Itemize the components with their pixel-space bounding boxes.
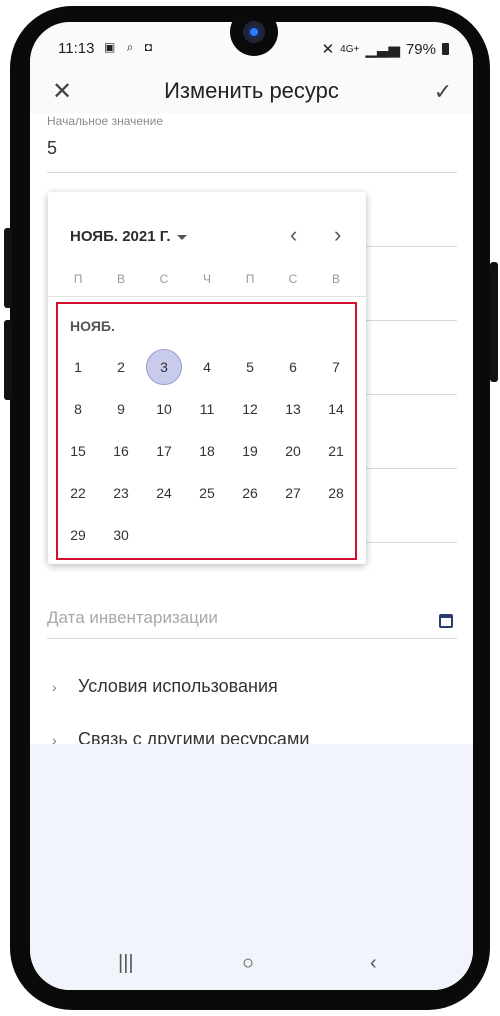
next-month-button[interactable]: ›	[334, 222, 341, 248]
weekday-label: С	[288, 272, 298, 286]
inventory-date-field[interactable]: Дата инвентаризации	[47, 608, 218, 628]
section-usage-conditions[interactable]: › Условия использования	[52, 676, 278, 697]
side-button-right	[490, 262, 498, 382]
day-28[interactable]: 28	[318, 475, 354, 511]
field-underline	[360, 320, 457, 321]
initial-value-field[interactable]: 5	[47, 138, 57, 159]
back-button[interactable]: ‹	[370, 952, 377, 975]
empty-area	[30, 744, 473, 940]
mute-icon: ✕	[321, 41, 335, 58]
day-8[interactable]: 8	[60, 391, 96, 427]
day-16[interactable]: 16	[103, 433, 139, 469]
field-underline	[47, 172, 457, 173]
day-5[interactable]: 5	[232, 349, 268, 385]
day-17[interactable]: 17	[146, 433, 182, 469]
initial-value-label: Начальное значение	[47, 114, 164, 128]
camera-notch	[230, 8, 278, 56]
day-2[interactable]: 2	[103, 349, 139, 385]
signal-icon: ▁▃▅	[365, 41, 400, 58]
recents-button[interactable]: |||	[118, 952, 134, 975]
battery-icon	[442, 43, 449, 55]
camera-lens	[243, 21, 265, 43]
day-10[interactable]: 10	[146, 391, 182, 427]
day-24[interactable]: 24	[146, 475, 182, 511]
day-23[interactable]: 23	[103, 475, 139, 511]
notification-icons: ▣ ⌕ ◘	[104, 40, 156, 54]
day-25[interactable]: 25	[189, 475, 225, 511]
day-27[interactable]: 27	[275, 475, 311, 511]
screen: 11:13 ▣ ⌕ ◘ ✕ 4G+ ▁▃▅ 79% ✕ Изменить рес…	[30, 22, 473, 990]
month-year-selector[interactable]: НОЯБ. 2021 Г.	[70, 228, 187, 245]
home-button[interactable]: ○	[242, 952, 254, 975]
day-26[interactable]: 26	[232, 475, 268, 511]
dropdown-icon	[176, 234, 187, 240]
weekday-label: П	[245, 272, 255, 286]
day-22[interactable]: 22	[60, 475, 96, 511]
weekday-label: В	[116, 272, 125, 286]
weekday-label: Ч	[203, 272, 211, 286]
volume-button	[4, 228, 12, 308]
battery-percent: 79%	[405, 40, 436, 58]
page-title: Изменить ресурс	[164, 78, 339, 103]
field-underline	[360, 394, 457, 395]
confirm-button[interactable]: ✓	[429, 78, 457, 106]
day-19[interactable]: 19	[232, 433, 268, 469]
network-type: 4G+	[340, 43, 360, 55]
month-year-label: НОЯБ. 2021 Г.	[70, 228, 171, 245]
day-29[interactable]: 29	[60, 517, 96, 553]
divider	[48, 296, 366, 297]
field-underline	[360, 542, 457, 543]
day-12[interactable]: 12	[232, 391, 268, 427]
day-15[interactable]: 15	[60, 433, 96, 469]
field-underline	[47, 638, 457, 639]
system-nav-bar: ||| ○ ‹	[30, 940, 473, 990]
field-underline	[360, 246, 457, 247]
day-13[interactable]: 13	[275, 391, 311, 427]
day-4[interactable]: 4	[189, 349, 225, 385]
status-right: ✕ 4G+ ▁▃▅ 79%	[322, 40, 449, 58]
app-bar: ✕ Изменить ресурс ✓	[30, 74, 473, 114]
date-picker: НОЯБ. 2021 Г. ‹ › П В С Ч П С В НОЯБ. 12…	[48, 192, 366, 564]
weekday-header: П В С Ч П С В	[48, 272, 366, 292]
prev-month-button[interactable]: ‹	[290, 222, 297, 248]
day-11[interactable]: 11	[189, 391, 225, 427]
section-label: Условия использования	[78, 676, 278, 696]
status-time: 11:13	[58, 40, 95, 57]
power-button	[4, 320, 12, 400]
weekday-label: П	[73, 272, 83, 286]
chevron-right-icon: ›	[52, 679, 57, 695]
day-9[interactable]: 9	[103, 391, 139, 427]
field-underline	[360, 468, 457, 469]
month-label: НОЯБ.	[70, 318, 115, 334]
day-6[interactable]: 6	[275, 349, 311, 385]
day-20[interactable]: 20	[275, 433, 311, 469]
day-30[interactable]: 30	[103, 517, 139, 553]
weekday-label: С	[159, 272, 169, 286]
day-14[interactable]: 14	[318, 391, 354, 427]
day-3[interactable]: 3	[146, 349, 182, 385]
weekday-label: В	[331, 272, 340, 286]
day-18[interactable]: 18	[189, 433, 225, 469]
day-7[interactable]: 7	[318, 349, 354, 385]
calendar-icon[interactable]	[439, 614, 453, 628]
day-21[interactable]: 21	[318, 433, 354, 469]
day-1[interactable]: 1	[60, 349, 96, 385]
